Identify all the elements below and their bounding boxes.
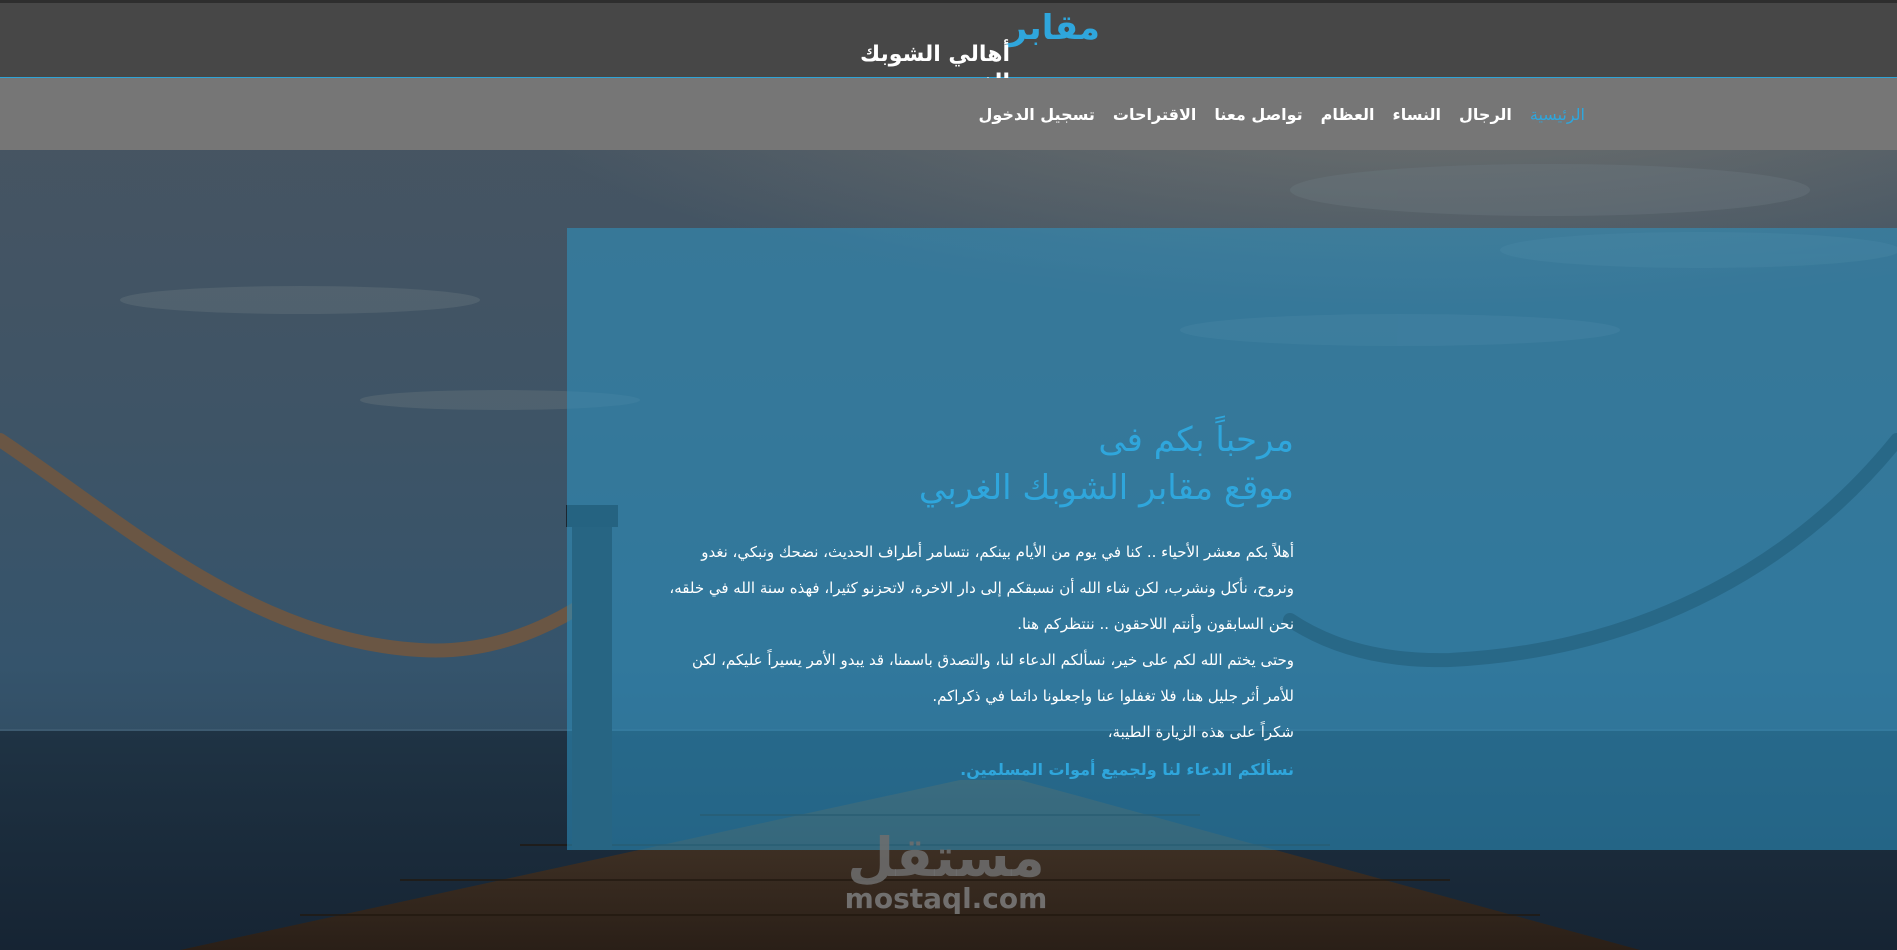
nav-list: الرئيسية الرجال النساء العظام تواصل معنا… (979, 78, 1586, 150)
nav-item-bones[interactable]: العظام (1321, 105, 1375, 124)
nav-item-login[interactable]: تسجيل الدخول (979, 105, 1095, 124)
mostaql-watermark: مستقل mostaql.com (826, 828, 1066, 928)
welcome-panel: مرحباً بكم فى موقع مقابر الشوبك الغربي أ… (567, 228, 1897, 850)
welcome-title: مرحباً بكم فى موقع مقابر الشوبك الغربي (594, 416, 1294, 512)
welcome-body-line: نحن السابقون وأنتم اللاحقون .. ننتظركم ه… (1017, 615, 1294, 633)
welcome-title-line-2: موقع مقابر الشوبك الغربي (918, 468, 1294, 508)
welcome-body: أهلاً بكم معشر الأحياء .. كنا في يوم من … (594, 534, 1294, 788)
welcome-body-line: للأمر أثر جليل هنا، فلا تغفلوا عنا واجعل… (932, 687, 1294, 705)
welcome-title-line-1: مرحباً بكم فى (1098, 420, 1294, 460)
site-header: مقابر أهالي الشوبك الغربي (0, 0, 1897, 95)
welcome-body-line: ونروح، نأكل ونشرب، لكن شاء الله أن نسبقك… (669, 579, 1294, 597)
welcome-content: مرحباً بكم فى موقع مقابر الشوبك الغربي أ… (594, 416, 1294, 788)
welcome-closing-prayer: نسألكم الدعاء لنا ولجميع أموات المسلمين. (960, 760, 1294, 779)
nav-item-home[interactable]: الرئيسية (1530, 105, 1585, 124)
nav-item-suggestions[interactable]: الاقتراحات (1113, 105, 1196, 124)
main-navigation: الرئيسية الرجال النساء العظام تواصل معنا… (0, 78, 1897, 150)
welcome-body-line: وحتى يختم الله لكم على خير، نسألكم الدعا… (692, 651, 1294, 669)
welcome-body-line: أهلاً بكم معشر الأحياء .. كنا في يوم من … (701, 543, 1294, 561)
nav-item-women[interactable]: النساء (1393, 105, 1442, 124)
watermark-latin: mostaql.com (844, 882, 1048, 915)
nav-item-contact[interactable]: تواصل معنا (1214, 105, 1302, 124)
welcome-body-line: شكراً على هذه الزيارة الطيبة، (1107, 723, 1294, 741)
page: مقابر أهالي الشوبك الغربي الرئيسية الرجا… (0, 0, 1897, 950)
nav-item-men[interactable]: الرجال (1459, 105, 1512, 124)
watermark-arabic: مستقل (847, 826, 1045, 889)
